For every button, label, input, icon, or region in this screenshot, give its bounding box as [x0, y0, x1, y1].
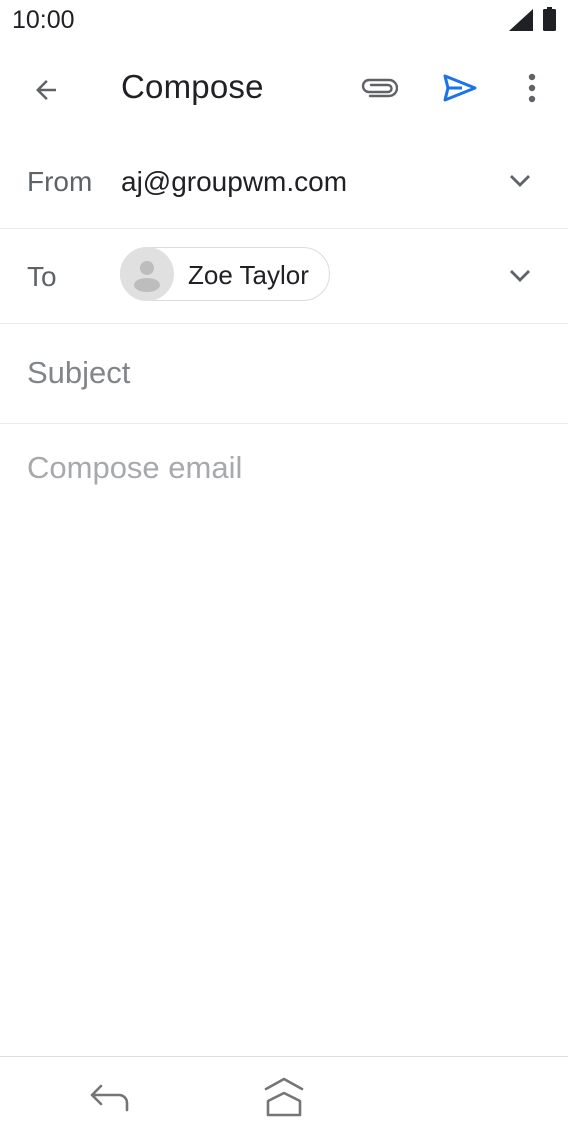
- navigation-bar: [0, 1056, 568, 1136]
- to-label: To: [27, 261, 57, 292]
- app-bar: Compose: [0, 44, 568, 134]
- nav-back-icon: [90, 1084, 129, 1112]
- recipient-name: Zoe Taylor: [188, 260, 309, 290]
- person-icon: [134, 261, 160, 292]
- nav-home-icon: [264, 1077, 304, 1117]
- system-back-button[interactable]: [84, 1073, 136, 1121]
- chevron-down-icon: [510, 270, 530, 282]
- avatar: [120, 247, 174, 301]
- subject-input[interactable]: [27, 350, 537, 396]
- to-expand-button[interactable]: [496, 252, 544, 300]
- status-bar: 10:00: [0, 0, 568, 44]
- more-options-button[interactable]: [508, 64, 556, 112]
- recipient-chip[interactable]: Zoe Taylor: [120, 247, 330, 301]
- from-label: From: [27, 166, 93, 197]
- subject-row: [0, 324, 568, 424]
- to-row: To Zoe Taylor: [0, 229, 568, 324]
- status-time: 10:00: [12, 6, 75, 34]
- from-expand-button[interactable]: [496, 157, 544, 205]
- paperclip-icon: [361, 78, 398, 98]
- arrow-back-icon: [36, 80, 56, 100]
- system-home-button[interactable]: [256, 1071, 312, 1123]
- send-button[interactable]: [436, 64, 484, 112]
- compose-body-input[interactable]: [27, 450, 541, 1030]
- send-icon: [443, 74, 477, 102]
- back-button[interactable]: [22, 66, 70, 114]
- attach-button[interactable]: [354, 64, 404, 112]
- more-vertical-icon: [528, 73, 536, 103]
- from-row: From aj@groupwm.com: [0, 134, 568, 229]
- page-title: Compose: [121, 68, 264, 105]
- compose-screen: 10:00 Compose From aj@groupwm.com To Zoe…: [0, 0, 568, 1136]
- signal-icon: [509, 9, 533, 31]
- chevron-down-icon: [510, 175, 530, 187]
- from-account[interactable]: aj@groupwm.com: [121, 166, 347, 198]
- battery-icon: [543, 7, 556, 31]
